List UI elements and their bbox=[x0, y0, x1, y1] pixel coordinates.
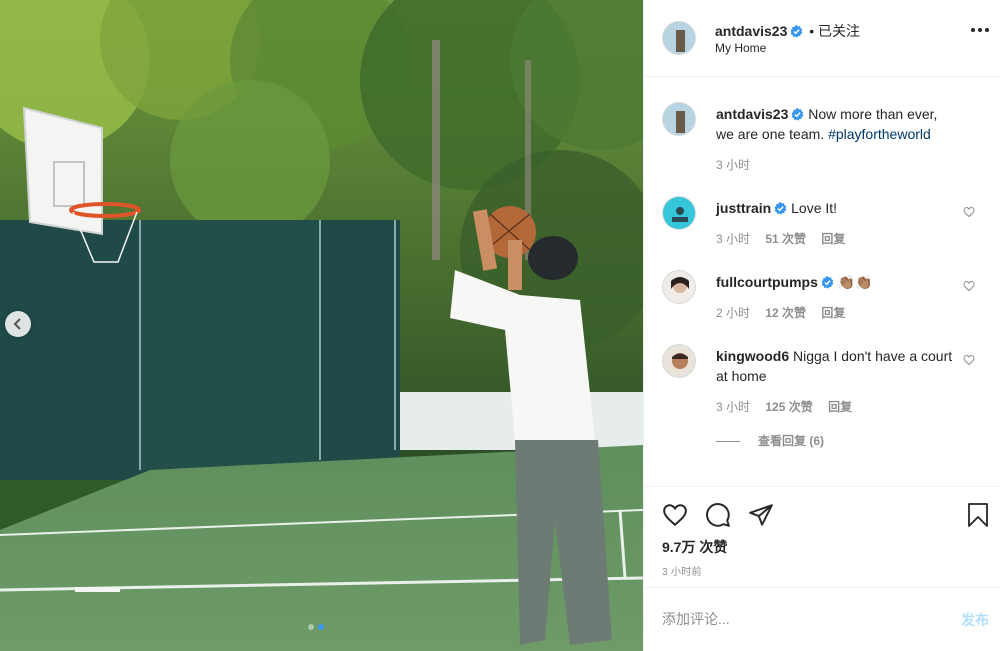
author-avatar[interactable] bbox=[662, 102, 696, 136]
comment-meta: 2 小时 12 次赞 回复 bbox=[716, 304, 857, 321]
post-comment-button[interactable]: 发布 bbox=[961, 610, 989, 630]
comment-username[interactable]: justtrain bbox=[716, 200, 771, 216]
like-count[interactable]: 9.7万 次赞 bbox=[662, 537, 727, 557]
commenter-avatar[interactable] bbox=[662, 344, 696, 378]
post-timestamp[interactable]: 3 小时前 bbox=[662, 563, 702, 578]
carousel-dot bbox=[308, 624, 314, 630]
header-author-row: antdavis23 • 已关注 bbox=[715, 21, 860, 41]
comment-time[interactable]: 3 小时 bbox=[716, 400, 750, 414]
comment-meta: 3 小时 51 次赞 回复 bbox=[716, 230, 857, 247]
comments-list[interactable]: antdavis23 Now more than ever, we are on… bbox=[644, 78, 1000, 486]
photo-scene bbox=[0, 0, 643, 651]
follow-status-button[interactable]: • 已关注 bbox=[809, 23, 860, 39]
reply-button[interactable]: 回复 bbox=[821, 306, 845, 320]
comment-body: 👏🏽👏🏽 bbox=[837, 274, 873, 290]
carousel-prev-button[interactable] bbox=[5, 311, 31, 337]
verified-badge-icon bbox=[774, 202, 787, 215]
comment-meta: 3 小时 125 次赞 回复 bbox=[716, 398, 864, 415]
heart-icon[interactable] bbox=[963, 280, 975, 292]
comment-icon[interactable] bbox=[705, 502, 731, 528]
view-replies-label: 查看回复 (6) bbox=[758, 434, 825, 448]
reply-button[interactable]: 回复 bbox=[821, 232, 845, 246]
comment-text: justtrain Love It! bbox=[716, 198, 956, 218]
comment-likes[interactable]: 51 次赞 bbox=[765, 232, 806, 246]
post-photo[interactable] bbox=[0, 0, 643, 651]
comment-username[interactable]: fullcourtpumps bbox=[716, 274, 818, 290]
more-options-icon[interactable] bbox=[971, 28, 989, 32]
chevron-left-icon bbox=[13, 318, 21, 330]
bookmark-icon[interactable] bbox=[966, 502, 990, 528]
caption-hashtag[interactable]: #playfortheworld bbox=[828, 126, 931, 142]
verified-badge-icon bbox=[790, 25, 803, 38]
author-avatar[interactable] bbox=[662, 21, 696, 55]
carousel-dot-active bbox=[318, 624, 324, 630]
view-replies-button[interactable]: 查看回复 (6) bbox=[716, 432, 824, 449]
comment-time[interactable]: 3 小时 bbox=[716, 232, 750, 246]
commenter-avatar[interactable] bbox=[662, 196, 696, 230]
caption-meta: 3 小时 bbox=[716, 156, 762, 173]
comment-likes[interactable]: 12 次赞 bbox=[765, 306, 806, 320]
view-replies-line bbox=[716, 441, 740, 443]
comment-username[interactable]: kingwood6 bbox=[716, 348, 789, 364]
comment-composer: 发布 bbox=[644, 587, 1000, 651]
heart-icon[interactable] bbox=[662, 502, 688, 528]
comment-body: Love It! bbox=[791, 200, 838, 216]
comment-text: kingwood6 Nigga I don't have a court at … bbox=[716, 346, 956, 386]
comment-time[interactable]: 2 小时 bbox=[716, 306, 750, 320]
post-actions: 9.7万 次赞 3 小时前 bbox=[644, 486, 1000, 586]
caption-time[interactable]: 3 小时 bbox=[716, 158, 750, 172]
comment-input[interactable] bbox=[662, 606, 932, 632]
caption-username[interactable]: antdavis23 bbox=[716, 106, 788, 122]
caption-text: antdavis23 Now more than ever, we are on… bbox=[716, 104, 956, 144]
post-header: antdavis23 • 已关注 My Home bbox=[644, 0, 1000, 77]
carousel-dots bbox=[308, 624, 324, 630]
heart-icon[interactable] bbox=[963, 354, 975, 366]
comment-likes[interactable]: 125 次赞 bbox=[765, 400, 812, 414]
share-icon[interactable] bbox=[748, 502, 774, 528]
post-side-panel: antdavis23 • 已关注 My Home antdavis23 Now … bbox=[643, 0, 1000, 651]
reply-button[interactable]: 回复 bbox=[828, 400, 852, 414]
verified-badge-icon bbox=[821, 276, 834, 289]
comment-text: fullcourtpumps 👏🏽👏🏽 bbox=[716, 272, 956, 292]
author-username[interactable]: antdavis23 bbox=[715, 23, 787, 39]
post-location[interactable]: My Home bbox=[715, 41, 766, 55]
commenter-avatar[interactable] bbox=[662, 270, 696, 304]
verified-badge-icon bbox=[791, 108, 804, 121]
heart-icon[interactable] bbox=[963, 206, 975, 218]
